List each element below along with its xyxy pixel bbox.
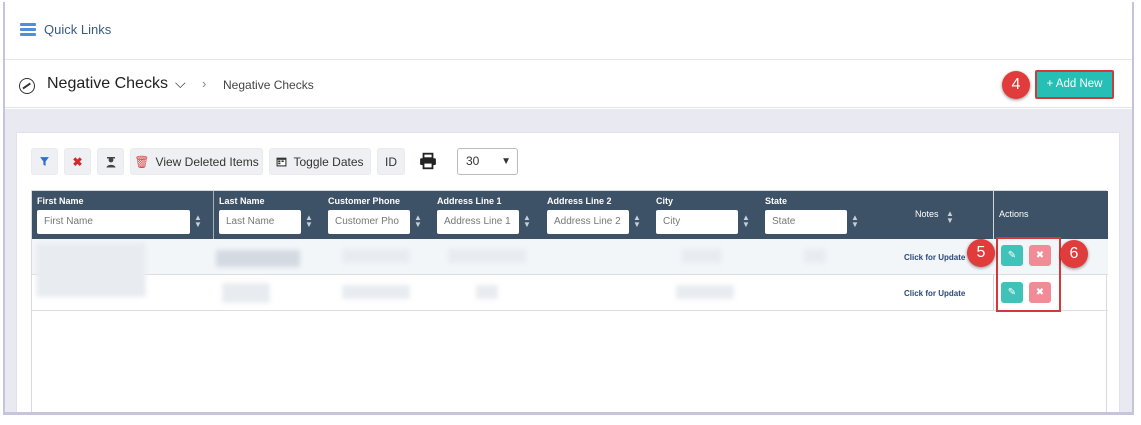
column-label[interactable]: Customer Phone bbox=[328, 196, 400, 206]
column-label[interactable]: Address Line 2 bbox=[547, 196, 612, 206]
clear-filters-button[interactable]: ✖ bbox=[64, 148, 91, 175]
callout-badge-6: 6 bbox=[1060, 240, 1088, 268]
page-size-select[interactable]: 30 ▼ bbox=[457, 148, 518, 175]
no-check-icon bbox=[19, 78, 35, 94]
chevron-down-icon: ▼ bbox=[501, 156, 511, 167]
sort-icon[interactable]: ▲ ▼ bbox=[742, 214, 750, 229]
filter-icon bbox=[40, 157, 49, 166]
chevron-down-icon[interactable]: ⌵ bbox=[175, 75, 186, 92]
toggle-dates-button[interactable]: Toggle Dates bbox=[269, 148, 371, 175]
module-title[interactable]: Negative Checks bbox=[47, 75, 168, 93]
column-first-name: First Name First Name ▲ ▼ bbox=[32, 191, 213, 239]
filter-address-line-2[interactable]: Address Line 2 bbox=[547, 210, 629, 234]
column-city: City City ▲ ▼ bbox=[651, 191, 760, 239]
sort-icon[interactable]: ▲ ▼ bbox=[305, 214, 313, 229]
redacted-last-name bbox=[216, 250, 300, 267]
data-grid: First Name First Name ▲ ▼ Last Name Last … bbox=[31, 190, 1108, 412]
filter-first-name[interactable]: First Name bbox=[37, 210, 190, 234]
add-new-button[interactable]: + Add New bbox=[1035, 70, 1114, 99]
view-deleted-label: View Deleted Items bbox=[155, 154, 259, 169]
quick-links-label[interactable]: Quick Links bbox=[44, 22, 111, 37]
breadcrumb-separator-icon: › bbox=[202, 76, 207, 91]
sort-icon[interactable]: ▲ ▼ bbox=[851, 214, 859, 229]
toggle-dates-label: Toggle Dates bbox=[293, 154, 364, 169]
menu-icon[interactable] bbox=[20, 23, 36, 36]
sort-icon[interactable]: ▲ ▼ bbox=[194, 214, 202, 229]
column-address-line-2: Address Line 2 Address Line 2 ▲ ▼ bbox=[542, 191, 651, 239]
sort-icon[interactable]: ▲ ▼ bbox=[946, 210, 954, 225]
id-toggle-button[interactable]: ID bbox=[377, 148, 405, 175]
redacted-phone bbox=[342, 285, 410, 299]
sort-icon[interactable]: ▲ ▼ bbox=[633, 214, 641, 229]
column-last-name: Last Name Last Name ▲ ▼ bbox=[214, 191, 323, 239]
filter-address-line-1[interactable]: Address Line 1 bbox=[437, 210, 519, 234]
redacted-address bbox=[448, 249, 526, 263]
column-label[interactable]: Address Line 1 bbox=[437, 196, 502, 206]
breadcrumb: Negative Checks bbox=[223, 78, 314, 92]
content-area: ✖ 🗑 View Deleted Items Toggle Dates ID 3… bbox=[5, 109, 1132, 412]
callout-badge-4: 4 bbox=[1002, 71, 1030, 99]
notes-update-link[interactable]: Click for Update bbox=[904, 253, 965, 262]
redacted-last-name bbox=[222, 283, 270, 303]
grid-panel: ✖ 🗑 View Deleted Items Toggle Dates ID 3… bbox=[16, 132, 1120, 412]
column-state: State State ▲ ▼ bbox=[760, 191, 869, 239]
filter-last-name[interactable]: Last Name bbox=[219, 210, 301, 234]
column-actions: Actions bbox=[994, 191, 1108, 239]
column-label[interactable]: City bbox=[656, 196, 673, 206]
sort-icon[interactable]: ▲ ▼ bbox=[523, 214, 531, 229]
redacted-address bbox=[476, 285, 498, 299]
filter-customer-phone[interactable]: Customer Pho bbox=[328, 210, 410, 234]
actions-highlight-box bbox=[996, 237, 1061, 312]
page-size-value: 30 bbox=[466, 154, 480, 168]
table-row[interactable]: Click for Update ✎ ✖ bbox=[32, 239, 1108, 297]
sort-icon[interactable]: ▲ ▼ bbox=[414, 214, 422, 229]
view-deleted-items-button[interactable]: 🗑 View Deleted Items bbox=[130, 148, 263, 175]
column-label: Actions bbox=[999, 209, 1029, 219]
trash-icon: 🗑 bbox=[134, 154, 150, 169]
column-notes: Notes ▲ ▼ bbox=[869, 191, 993, 239]
id-label: ID bbox=[385, 154, 397, 169]
user-search-button[interactable] bbox=[97, 148, 124, 175]
column-label[interactable]: Notes bbox=[915, 209, 939, 219]
column-address-line-1: Address Line 1 Address Line 1 ▲ ▼ bbox=[432, 191, 542, 239]
grid-header: First Name First Name ▲ ▼ Last Name Last … bbox=[32, 191, 1108, 311]
column-label[interactable]: State bbox=[765, 196, 787, 206]
page-header: Negative Checks ⌵ › Negative Checks 4 + … bbox=[5, 60, 1132, 108]
app-frame: Quick Links Negative Checks ⌵ › Negative… bbox=[3, 2, 1134, 415]
redacted-city bbox=[682, 249, 722, 263]
redacted-phone bbox=[342, 249, 410, 263]
quick-links-bar: Quick Links bbox=[5, 2, 1132, 60]
calendar-icon bbox=[277, 157, 287, 167]
redacted-city bbox=[676, 285, 734, 299]
column-customer-phone: Customer Phone Customer Pho ▲ ▼ bbox=[323, 191, 432, 239]
column-label[interactable]: First Name bbox=[37, 196, 84, 206]
close-icon: ✖ bbox=[72, 154, 83, 169]
filter-state[interactable]: State bbox=[765, 210, 847, 234]
notes-update-link[interactable]: Click for Update bbox=[904, 289, 965, 298]
filter-button[interactable] bbox=[31, 148, 58, 175]
user-secret-icon bbox=[106, 156, 115, 167]
callout-badge-5: 5 bbox=[967, 239, 995, 267]
filter-city[interactable]: City bbox=[656, 210, 738, 234]
table-row[interactable]: Click for Update ✎ ✖ bbox=[32, 275, 1108, 311]
redacted-state bbox=[804, 249, 826, 263]
column-label[interactable]: Last Name bbox=[219, 196, 265, 206]
print-icon[interactable] bbox=[419, 152, 437, 170]
